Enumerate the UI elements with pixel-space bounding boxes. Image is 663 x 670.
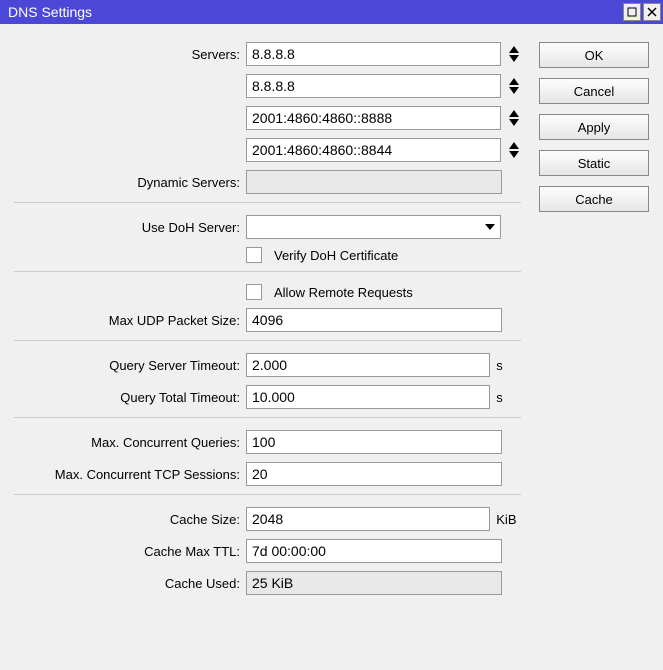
chevron-down-icon bbox=[484, 223, 496, 231]
max-udp-label: Max UDP Packet Size: bbox=[14, 313, 246, 328]
dynamic-servers-input bbox=[246, 170, 502, 194]
close-icon bbox=[647, 7, 657, 17]
static-button[interactable]: Static bbox=[539, 150, 649, 176]
verify-doh-checkbox[interactable] bbox=[246, 247, 262, 263]
separator bbox=[14, 417, 521, 418]
max-udp-input[interactable] bbox=[246, 308, 502, 332]
chevron-up-icon bbox=[507, 109, 521, 118]
close-button[interactable] bbox=[643, 3, 661, 21]
cache-used-input bbox=[246, 571, 502, 595]
apply-button[interactable]: Apply bbox=[539, 114, 649, 140]
server-spinner-1[interactable] bbox=[507, 77, 521, 95]
query-total-timeout-input[interactable] bbox=[246, 385, 490, 409]
server-spinner-3[interactable] bbox=[507, 141, 521, 159]
cache-button[interactable]: Cache bbox=[539, 186, 649, 212]
allow-remote-label: Allow Remote Requests bbox=[274, 285, 413, 300]
chevron-up-icon bbox=[507, 45, 521, 54]
cache-max-ttl-input[interactable] bbox=[246, 539, 502, 563]
chevron-down-icon bbox=[507, 86, 521, 95]
unit-kib: KiB bbox=[496, 512, 521, 527]
server-input-2[interactable] bbox=[246, 106, 501, 130]
cache-max-ttl-label: Cache Max TTL: bbox=[14, 544, 246, 559]
cache-size-label: Cache Size: bbox=[14, 512, 246, 527]
separator bbox=[14, 340, 521, 341]
separator bbox=[14, 271, 521, 272]
minimize-icon bbox=[627, 7, 637, 17]
minimize-button[interactable] bbox=[623, 3, 641, 21]
chevron-up-icon bbox=[507, 141, 521, 150]
unit-seconds: s bbox=[496, 358, 521, 373]
server-spinner-2[interactable] bbox=[507, 109, 521, 127]
max-concurrent-queries-input[interactable] bbox=[246, 430, 502, 454]
titlebar: DNS Settings bbox=[0, 0, 663, 24]
server-input-3[interactable] bbox=[246, 138, 501, 162]
cache-used-label: Cache Used: bbox=[14, 576, 246, 591]
allow-remote-checkbox[interactable] bbox=[246, 284, 262, 300]
servers-label: Servers: bbox=[14, 47, 246, 62]
ok-button[interactable]: OK bbox=[539, 42, 649, 68]
max-concurrent-tcp-label: Max. Concurrent TCP Sessions: bbox=[14, 467, 246, 482]
server-input-0[interactable] bbox=[246, 42, 501, 66]
max-concurrent-tcp-input[interactable] bbox=[246, 462, 502, 486]
server-input-1[interactable] bbox=[246, 74, 501, 98]
separator bbox=[14, 494, 521, 495]
use-doh-select[interactable] bbox=[246, 215, 501, 239]
server-spinner-0[interactable] bbox=[507, 45, 521, 63]
chevron-down-icon bbox=[507, 118, 521, 127]
query-server-timeout-label: Query Server Timeout: bbox=[14, 358, 246, 373]
chevron-up-icon bbox=[507, 77, 521, 86]
window-title: DNS Settings bbox=[8, 0, 92, 24]
verify-doh-label: Verify DoH Certificate bbox=[274, 248, 398, 263]
chevron-down-icon bbox=[507, 54, 521, 63]
dynamic-servers-label: Dynamic Servers: bbox=[14, 175, 246, 190]
chevron-down-icon bbox=[507, 150, 521, 159]
cancel-button[interactable]: Cancel bbox=[539, 78, 649, 104]
unit-seconds: s bbox=[496, 390, 521, 405]
query-total-timeout-label: Query Total Timeout: bbox=[14, 390, 246, 405]
button-column: OK Cancel Apply Static Cache bbox=[539, 42, 649, 603]
use-doh-label: Use DoH Server: bbox=[14, 220, 246, 235]
max-concurrent-queries-label: Max. Concurrent Queries: bbox=[14, 435, 246, 450]
form-area: Servers: bbox=[14, 42, 521, 603]
separator bbox=[14, 202, 521, 203]
query-server-timeout-input[interactable] bbox=[246, 353, 490, 377]
cache-size-input[interactable] bbox=[246, 507, 490, 531]
